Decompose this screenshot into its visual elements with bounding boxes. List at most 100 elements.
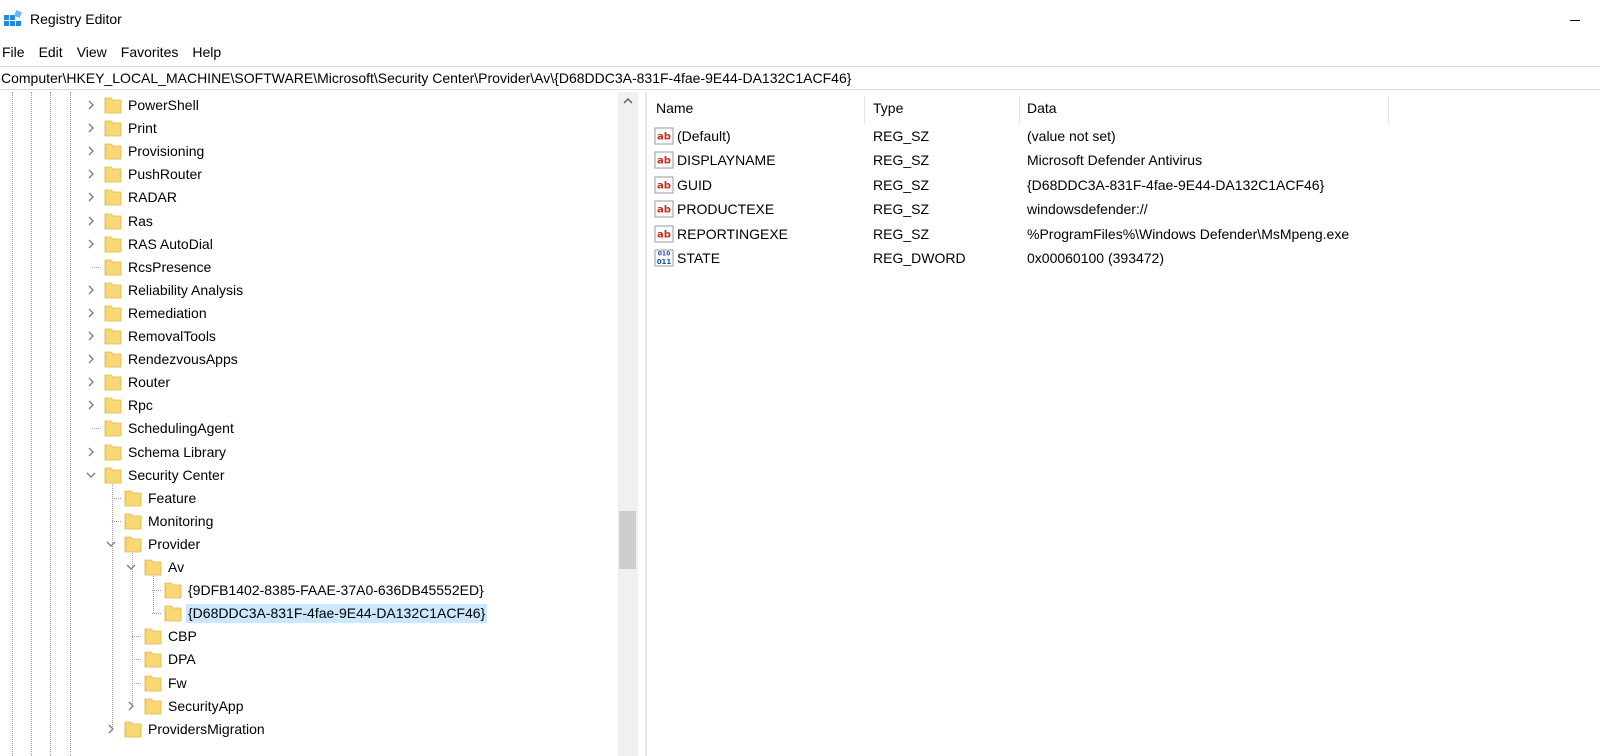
column-header-data[interactable]: Data	[1019, 92, 1388, 124]
menu-view[interactable]: View	[75, 40, 113, 64]
tree-item[interactable]: Monitoring	[0, 510, 618, 533]
tree-item[interactable]: Ras	[0, 210, 618, 233]
tree-item[interactable]: Fw	[0, 672, 618, 695]
chevron-right-icon[interactable]	[84, 397, 98, 413]
tree-item[interactable]: Schema Library	[0, 441, 618, 464]
tree-item[interactable]: PushRouter	[0, 163, 618, 186]
column-separator[interactable]	[1388, 96, 1389, 124]
tree-item[interactable]: PowerShell	[0, 94, 618, 117]
svg-text:010: 010	[658, 251, 671, 258]
chevron-down-icon[interactable]	[104, 536, 118, 552]
values-list: Name Type Data ab (Default) REG_SZ (value n…	[648, 92, 1600, 756]
tree-item-label: RcsPresence	[128, 258, 212, 275]
menu-help[interactable]: Help	[190, 40, 227, 64]
chevron-right-icon[interactable]	[84, 143, 98, 159]
svg-text:011: 011	[657, 258, 672, 266]
tree-item[interactable]: {D68DDC3A-831F-4fae-9E44-DA132C1ACF46}	[0, 602, 618, 625]
chevron-right-icon[interactable]	[84, 444, 98, 460]
scroll-thumb[interactable]	[619, 511, 636, 569]
folder-icon	[164, 582, 182, 599]
menu-file[interactable]: File	[0, 40, 31, 64]
folder-icon	[144, 651, 162, 668]
tree-item-label: Monitoring	[148, 512, 214, 529]
tree-item-label: Av	[168, 559, 185, 575]
chevron-right-icon[interactable]	[84, 374, 98, 390]
pane-splitter[interactable]	[645, 92, 647, 756]
tree-guide-line	[112, 497, 121, 499]
tree-item[interactable]: Rpc	[0, 394, 618, 417]
chevron-right-icon[interactable]	[84, 166, 98, 182]
tree-item-label: Fw	[168, 674, 187, 691]
tree-item[interactable]: RAS AutoDial	[0, 233, 618, 256]
chevron-right-icon[interactable]	[84, 351, 98, 367]
chevron-down-icon[interactable]	[124, 559, 138, 575]
menu-favorites[interactable]: Favorites	[119, 40, 185, 64]
tree-item[interactable]: Reliability Analysis	[0, 279, 618, 302]
folder-icon	[104, 120, 122, 137]
value-row[interactable]: ab PRODUCTEXE REG_SZ windowsdefender://	[648, 198, 1388, 222]
string-value-icon: ab	[654, 176, 674, 194]
chevron-right-icon[interactable]	[124, 698, 138, 714]
tree-item[interactable]: CBP	[0, 625, 618, 648]
minimize-button[interactable]	[1554, 0, 1600, 40]
tree-item[interactable]: RemovalTools	[0, 325, 618, 348]
chevron-right-icon[interactable]	[84, 282, 98, 298]
string-value-icon: ab	[654, 127, 674, 145]
column-header-type[interactable]: Type	[865, 92, 1019, 124]
chevron-right-icon[interactable]	[84, 97, 98, 113]
tree-item-label: RADAR	[128, 189, 178, 206]
chevron-right-icon[interactable]	[84, 305, 98, 321]
tree-item-label: Remediation	[128, 304, 207, 321]
window-title: Registry Editor	[30, 11, 122, 27]
tree-item-label: PowerShell	[128, 97, 199, 113]
value-row[interactable]: 010 011 STATE REG_DWORD 0x00060100 (393472)	[648, 247, 1388, 271]
tree-item[interactable]: Av	[0, 556, 618, 579]
value-name: DISPLAYNAME	[677, 152, 776, 169]
tree-item[interactable]: Router	[0, 371, 618, 394]
tree-item[interactable]: DPA	[0, 648, 618, 671]
tree-item[interactable]: RADAR	[0, 186, 618, 209]
tree-item-label: ProvidersMigration	[148, 720, 265, 737]
tree-item[interactable]: Provisioning	[0, 140, 618, 163]
tree-scrollbar[interactable]	[618, 92, 638, 756]
chevron-right-icon[interactable]	[104, 721, 118, 737]
menu-bar: File Edit View Favorites Help	[0, 40, 1600, 64]
value-row[interactable]: ab REPORTINGEXE REG_SZ %ProgramFiles%\Windo…	[648, 223, 1388, 247]
svg-text:ab: ab	[657, 156, 671, 167]
tree-item[interactable]: {9DFB1402-8385-FAAE-37A0-636DB45552ED}	[0, 579, 618, 602]
scroll-up-icon[interactable]	[618, 92, 638, 110]
value-row[interactable]: ab (Default) REG_SZ (value not set)	[648, 125, 1388, 149]
chevron-right-icon[interactable]	[84, 328, 98, 344]
folder-icon	[104, 467, 122, 483]
value-row[interactable]: ab GUID REG_SZ {D68DDC3A-831F-4fae-9E44-DA1…	[648, 174, 1388, 198]
menu-edit[interactable]: Edit	[37, 40, 69, 64]
column-header-name[interactable]: Name	[648, 92, 865, 124]
tree-item[interactable]: Security Center	[0, 464, 618, 487]
string-value-icon: ab	[654, 151, 674, 169]
tree-item[interactable]: RcsPresence	[0, 256, 618, 279]
chevron-right-icon[interactable]	[84, 120, 98, 136]
value-row[interactable]: ab DISPLAYNAME REG_SZ Microsoft Defender An…	[648, 149, 1388, 173]
chevron-right-icon[interactable]	[84, 189, 98, 205]
tree-guide-line	[92, 266, 101, 268]
folder-icon	[104, 259, 122, 276]
folder-icon	[104, 213, 122, 229]
tree-item[interactable]: RendezvousApps	[0, 348, 618, 371]
tree-item[interactable]: Print	[0, 117, 618, 140]
folder-icon	[144, 675, 162, 691]
chevron-right-icon[interactable]	[84, 236, 98, 252]
chevron-right-icon[interactable]	[84, 213, 98, 229]
tree-item-label: Print	[128, 120, 157, 137]
value-name: GUID	[677, 176, 712, 193]
value-name: PRODUCTEXE	[677, 201, 775, 218]
address-bar[interactable]: Computer\HKEY_LOCAL_MACHINE\SOFTWARE\Mic…	[0, 66, 1600, 90]
tree-item[interactable]: ProvidersMigration	[0, 718, 618, 741]
tree-item[interactable]: Feature	[0, 487, 618, 510]
value-data: {D68DDC3A-831F-4fae-9E44-DA132C1ACF46}	[1027, 176, 1325, 193]
tree-item[interactable]: SchedulingAgent	[0, 417, 618, 440]
tree-item[interactable]: Provider	[0, 533, 618, 556]
chevron-down-icon[interactable]	[84, 467, 98, 483]
tree-item[interactable]: SecurityApp	[0, 695, 618, 718]
tree-item[interactable]: Remediation	[0, 302, 618, 325]
value-type: REG_SZ	[873, 176, 930, 193]
